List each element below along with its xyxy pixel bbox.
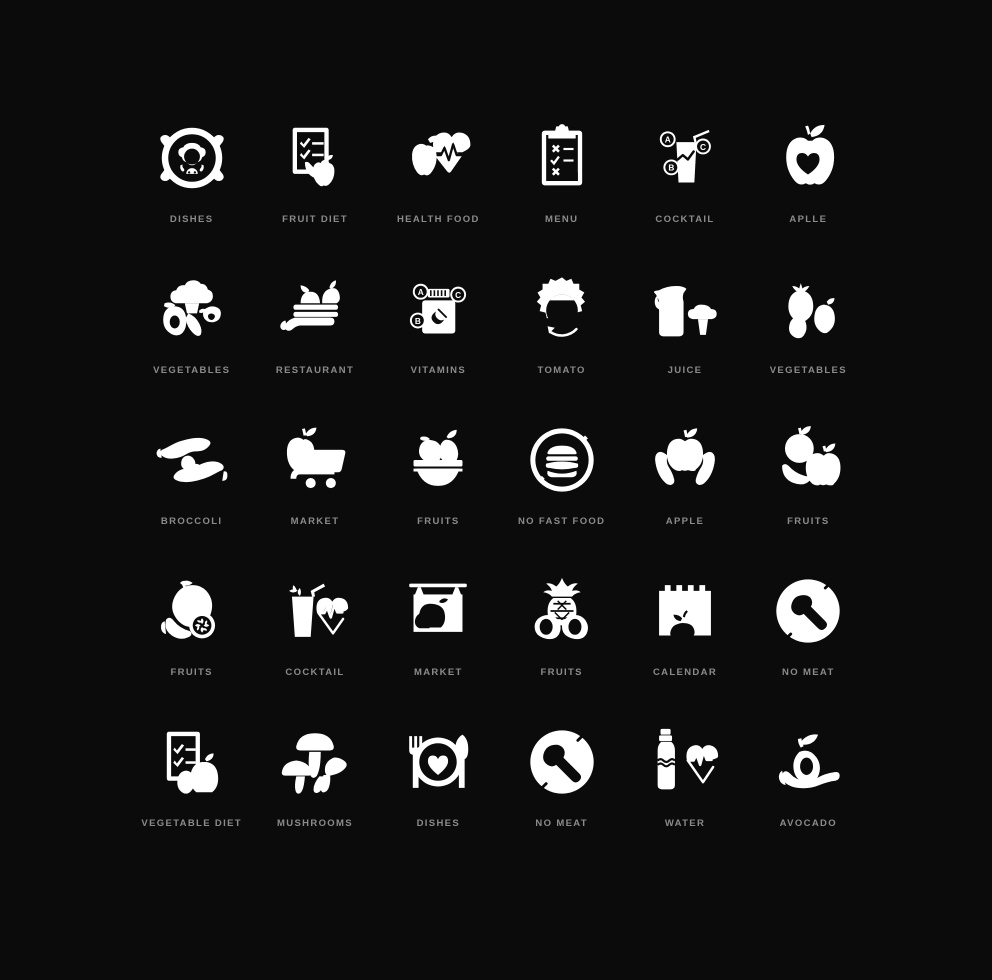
cocktail-heartbeat-icon: [279, 575, 351, 647]
icon-label: MARKET: [413, 667, 463, 678]
calendar-love-apple-icon: [649, 575, 721, 647]
clipboard-checklist-icon: [526, 122, 598, 194]
icon-cell-no-fast-food[interactable]: NO FAST FOOD: [500, 420, 623, 571]
svg-text:C: C: [700, 143, 706, 152]
icon-label: WATER: [664, 818, 706, 829]
icon-cell-dishes-plate[interactable]: DISHES: [377, 722, 500, 873]
icon-label: APPLE: [665, 516, 705, 527]
icon-grid: DISHES FRUIT DIET HEALTH FOOD MENU A B C…: [130, 118, 870, 873]
icon-label: FRUITS: [170, 667, 213, 678]
icon-label: BROCCOLI: [160, 516, 223, 527]
icon-cell-avocado[interactable]: AVOCADO: [747, 722, 870, 873]
icon-cell-fruit-diet[interactable]: FRUIT DIET: [253, 118, 376, 269]
icon-label: FRUIT DIET: [282, 214, 348, 225]
svg-text:C: C: [455, 291, 461, 300]
icon-label: VEGETABLES: [769, 365, 847, 376]
icon-cell-vegetables-1[interactable]: VEGETABLES: [130, 269, 253, 420]
icon-cell-market-cart[interactable]: MARKET: [253, 420, 376, 571]
clipboard-pepper-apple-icon: [156, 726, 228, 798]
mango-banana-citrus-icon: [156, 575, 228, 647]
icon-label: NO FAST FOOD: [517, 516, 606, 527]
icon-cell-aplle[interactable]: APLLE: [747, 118, 870, 269]
no-chicken-leg-2-icon: [526, 726, 598, 798]
icon-label: FRUITS: [417, 516, 460, 527]
icon-cell-fruits-bowl[interactable]: FRUITS: [377, 420, 500, 571]
svg-text:A: A: [665, 136, 671, 145]
plate-fork-knife-heart-icon: [402, 726, 474, 798]
icon-cell-market-sign[interactable]: MARKET: [377, 571, 500, 722]
icon-cell-pineapple-avocado[interactable]: FRUITS: [500, 571, 623, 722]
icon-cell-calendar[interactable]: CALENDAR: [623, 571, 746, 722]
svg-text:B: B: [415, 317, 421, 326]
svg-text:B: B: [668, 164, 674, 173]
icon-label: FRUITS: [787, 516, 830, 527]
icon-label: APLLE: [789, 214, 828, 225]
icon-cell-water[interactable]: WATER: [623, 722, 746, 873]
no-burger-icon: [526, 424, 598, 496]
icon-label: NO MEAT: [782, 667, 835, 678]
icon-cell-no-meat-2[interactable]: NO MEAT: [500, 722, 623, 873]
broccoli-avocado-carrot-icon: [156, 273, 228, 345]
icon-label: MARKET: [290, 516, 340, 527]
icon-label: COCKTAIL: [655, 214, 715, 225]
icon-cell-mushrooms[interactable]: MUSHROOMS: [253, 722, 376, 873]
icon-label: VITAMINS: [410, 365, 467, 376]
icon-cell-vitamins[interactable]: A B C VITAMINS: [377, 269, 500, 420]
icon-cell-juice[interactable]: JUICE: [623, 269, 746, 420]
apple-heart-icon: [772, 122, 844, 194]
icon-label: TOMATO: [537, 365, 586, 376]
hands-holding-broccoli-icon: [156, 424, 228, 496]
icon-label: CALENDAR: [652, 667, 718, 678]
icon-cell-cocktail-heart[interactable]: COCKTAIL: [253, 571, 376, 722]
icon-cell-health-food[interactable]: HEALTH FOOD: [377, 118, 500, 269]
icon-cell-dishes[interactable]: DISHES: [130, 118, 253, 269]
hand-holding-avocado-icon: [772, 726, 844, 798]
icon-cell-fruits-citrus[interactable]: FRUITS: [130, 571, 253, 722]
icon-cell-cocktail[interactable]: A B C COCKTAIL: [623, 118, 746, 269]
icon-label: FRUITS: [540, 667, 583, 678]
icon-label: MENU: [544, 214, 579, 225]
icon-cell-fruits-mixed[interactable]: FRUITS: [747, 420, 870, 571]
vitamin-bottle-icon: A B C: [402, 273, 474, 345]
icon-cell-broccoli[interactable]: BROCCOLI: [130, 420, 253, 571]
icon-cell-apple-hands[interactable]: APPLE: [623, 420, 746, 571]
market-sign-produce-icon: [402, 575, 474, 647]
fruit-bowl-icon: [402, 424, 474, 496]
mushrooms-icon: [279, 726, 351, 798]
icon-label: VEGETABLES: [153, 365, 231, 376]
hands-holding-apple-icon: [649, 424, 721, 496]
hand-serving-tray-fruit-icon: [279, 273, 351, 345]
icon-cell-no-meat-1[interactable]: NO MEAT: [747, 571, 870, 722]
icon-label: HEALTH FOOD: [396, 214, 480, 225]
svg-text:A: A: [418, 288, 424, 297]
icon-label: AVOCADO: [779, 818, 837, 829]
icon-cell-vegetables-2[interactable]: VEGETABLES: [747, 269, 870, 420]
water-bottle-heartbeat-icon: [649, 726, 721, 798]
orange-banana-apple-icon: [772, 424, 844, 496]
icon-label: MUSHROOMS: [276, 818, 353, 829]
icon-label: RESTAURANT: [275, 365, 355, 376]
tomato-pepper-onion-icon: [772, 273, 844, 345]
icon-cell-restaurant[interactable]: RESTAURANT: [253, 269, 376, 420]
icon-cell-menu[interactable]: MENU: [500, 118, 623, 269]
icon-label: DISHES: [169, 214, 214, 225]
juice-pitcher-broccoli-icon: [649, 273, 721, 345]
tomato-refresh-icon: [526, 273, 598, 345]
icon-label: VEGETABLE DIET: [141, 818, 242, 829]
icon-label: DISHES: [416, 818, 461, 829]
icon-label: NO MEAT: [535, 818, 588, 829]
icon-label: COCKTAIL: [285, 667, 345, 678]
apple-heartbeat-icon: [402, 122, 474, 194]
no-chicken-leg-icon: [772, 575, 844, 647]
cooking-pot-icon: [156, 122, 228, 194]
icon-label: JUICE: [667, 365, 703, 376]
icon-sheet: DISHES FRUIT DIET HEALTH FOOD MENU A B C…: [0, 0, 992, 980]
icon-cell-tomato[interactable]: TOMATO: [500, 269, 623, 420]
clipboard-banana-apple-icon: [279, 122, 351, 194]
shopping-cart-apple-icon: [279, 424, 351, 496]
pineapple-avocado-icon: [526, 575, 598, 647]
vitamin-drink-glass-icon: A B C: [649, 122, 721, 194]
icon-cell-vegetable-diet[interactable]: VEGETABLE DIET: [130, 722, 253, 873]
